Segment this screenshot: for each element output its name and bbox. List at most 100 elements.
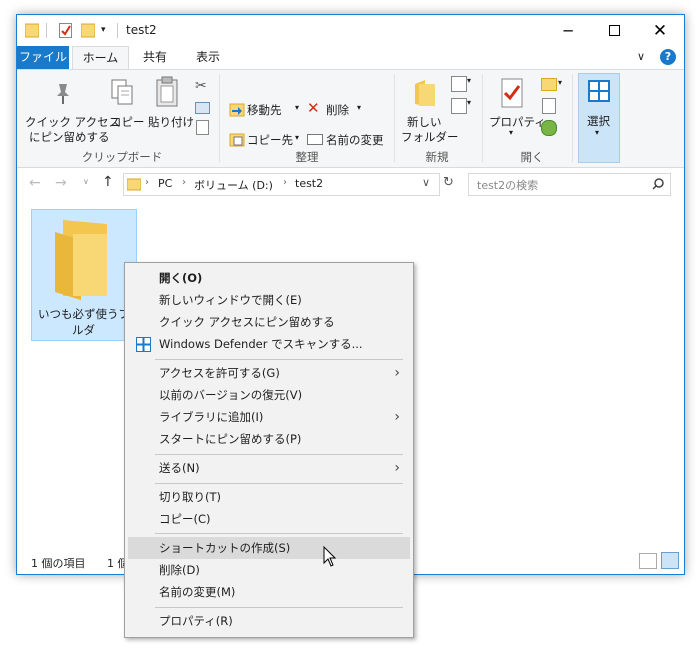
divider [46, 23, 47, 38]
new-folder-label-line2: フォルダー [401, 130, 459, 144]
expand-ribbon-icon[interactable]: ∨ [637, 50, 645, 63]
address-bar[interactable]: › PC › ボリューム (D:) › test2 ∨ [123, 173, 440, 196]
history-icon[interactable] [541, 120, 557, 136]
refresh-icon[interactable]: ↻ [443, 175, 461, 196]
cut-icon[interactable]: ✂ [195, 78, 207, 94]
tab-home[interactable]: ホーム [72, 46, 129, 70]
menu-item-pin-start[interactable]: スタートにピン留めする(P) [128, 428, 410, 450]
tab-view[interactable]: 表示 [194, 46, 222, 69]
dropdown-arrow-icon: ▾ [295, 103, 300, 112]
menu-separator [155, 483, 403, 484]
new-folder-label-line1: 新しい [407, 115, 442, 129]
menu-item-add-to-library[interactable]: ライブラリに追加(I) › [128, 406, 410, 428]
large-icons-view-icon[interactable] [661, 552, 679, 569]
delete-button[interactable]: ✕ 削除 ▾ [307, 99, 367, 120]
delete-label: 削除 [326, 103, 349, 117]
select-label: 選択 [587, 114, 610, 128]
folder-icon [127, 178, 141, 191]
new-item-icon[interactable] [451, 76, 467, 92]
paste-shortcut-icon[interactable] [196, 120, 209, 135]
easy-access-icon[interactable] [451, 98, 467, 114]
ribbon: クイック アクセス にピン留めする コピー 貼り付け ✂ クリップボード 移動先… [17, 69, 684, 168]
dropdown-arrow-icon: ▾ [467, 98, 472, 107]
menu-item-create-shortcut[interactable]: ショートカットの作成(S) [128, 537, 410, 559]
dropdown-arrow-icon: ▾ [357, 103, 362, 112]
item-count: 1 個の項目 [31, 557, 86, 570]
properties-quick-icon[interactable] [59, 22, 73, 38]
tab-share[interactable]: 共有 [141, 46, 169, 69]
move-to-icon [229, 103, 245, 117]
address-dropdown-icon[interactable]: ∨ [422, 176, 430, 189]
minimize-button[interactable]: ─ [545, 15, 591, 46]
forward-arrow-icon[interactable]: → [55, 175, 67, 191]
search-placeholder: test2の検索 [477, 179, 539, 192]
search-icon [652, 178, 664, 190]
select-button[interactable]: 選択 ▾ [578, 73, 620, 163]
details-view-icon[interactable] [639, 553, 657, 569]
divider [117, 23, 118, 38]
open-icon[interactable] [541, 78, 557, 91]
tab-file[interactable]: ファイル [17, 46, 69, 69]
properties-button[interactable]: プロパティ ▾ [487, 72, 546, 146]
customize-quick-access-icon[interactable]: ▾ [101, 25, 106, 35]
menu-item-delete[interactable]: 削除(D) [128, 559, 410, 581]
new-folder-icon [415, 80, 435, 106]
rename-button[interactable]: 名前の変更 [307, 130, 397, 150]
menu-item-pin-quick-access[interactable]: クイック アクセスにピン留めする [128, 311, 410, 333]
folder-item[interactable]: いつも必ず使うフォ ルダ [31, 209, 141, 341]
menu-separator [155, 359, 403, 360]
menu-item-restore-previous[interactable]: 以前のバージョンの復元(V) [128, 384, 410, 406]
menu-item-give-access[interactable]: アクセスを許可する(G) › [128, 362, 410, 384]
copy-icon [111, 79, 133, 105]
folder-icon [55, 220, 107, 300]
menu-item-defender-scan[interactable]: Windows Defender でスキャンする... [128, 333, 410, 355]
folder-name-line2: ルダ [72, 323, 95, 337]
clipboard-group-label: クリップボード [81, 150, 163, 164]
copy-to-button[interactable]: コピー先 ▾ [227, 130, 303, 150]
ribbon-tabs: ファイル ホーム 共有 表示 ∨ ? [17, 46, 684, 70]
move-to-button[interactable]: 移動先 ▾ [227, 100, 303, 120]
rename-icon [307, 134, 323, 145]
breadcrumb-separator-icon: › [145, 177, 149, 188]
maximize-button[interactable] [591, 15, 637, 46]
group-separator [394, 74, 395, 162]
breadcrumb-volume[interactable]: ボリューム (D:) [194, 177, 273, 193]
back-arrow-icon[interactable]: ← [29, 175, 41, 191]
up-arrow-icon[interactable]: ↑ [102, 174, 114, 190]
breadcrumb-pc[interactable]: PC [158, 177, 172, 190]
recent-locations-icon[interactable]: ∨ [83, 177, 89, 186]
submenu-arrow-icon: › [394, 460, 400, 476]
close-button[interactable]: ✕ [637, 15, 683, 46]
group-separator [482, 74, 483, 162]
search-box[interactable]: test2の検索 [468, 173, 671, 196]
pin-label-line2: にピン留めする [29, 130, 110, 144]
menu-item-send-to[interactable]: 送る(N) › [128, 457, 410, 479]
paste-button[interactable]: 貼り付け [145, 72, 194, 132]
menu-separator [155, 454, 403, 455]
menu-item-open[interactable]: 開く(O) [128, 267, 410, 289]
menu-item-properties[interactable]: プロパティ(R) [128, 610, 410, 632]
menu-item-open-new-window[interactable]: 新しいウィンドウで開く(E) [128, 289, 410, 311]
new-folder-quick-icon[interactable] [81, 22, 95, 38]
window-title: test2 [126, 23, 157, 37]
menu-separator [155, 533, 403, 534]
submenu-arrow-icon: › [394, 409, 400, 425]
pin-to-quick-access-button[interactable]: クイック アクセス にピン留めする [21, 72, 120, 146]
properties-label: プロパティ [489, 115, 546, 129]
edit-icon[interactable] [542, 98, 556, 114]
menu-item-cut[interactable]: 切り取り(T) [128, 486, 410, 508]
help-icon[interactable]: ? [660, 49, 676, 65]
copy-to-label: コピー先 [247, 133, 293, 147]
defender-shield-icon [136, 337, 151, 352]
menu-separator [155, 607, 403, 608]
breadcrumb-test2[interactable]: test2 [295, 177, 323, 190]
menu-item-rename[interactable]: 名前の変更(M) [128, 581, 410, 603]
dropdown-arrow-icon: ▾ [558, 78, 563, 87]
new-folder-button[interactable]: 新しい フォルダー [399, 72, 459, 146]
copy-path-icon[interactable] [195, 102, 210, 114]
dropdown-arrow-icon: ▾ [595, 128, 600, 137]
copy-button[interactable]: コピー [105, 72, 145, 132]
menu-item-copy[interactable]: コピー(C) [128, 508, 410, 530]
open-group-label: 開く [520, 150, 544, 164]
submenu-arrow-icon: › [394, 365, 400, 381]
